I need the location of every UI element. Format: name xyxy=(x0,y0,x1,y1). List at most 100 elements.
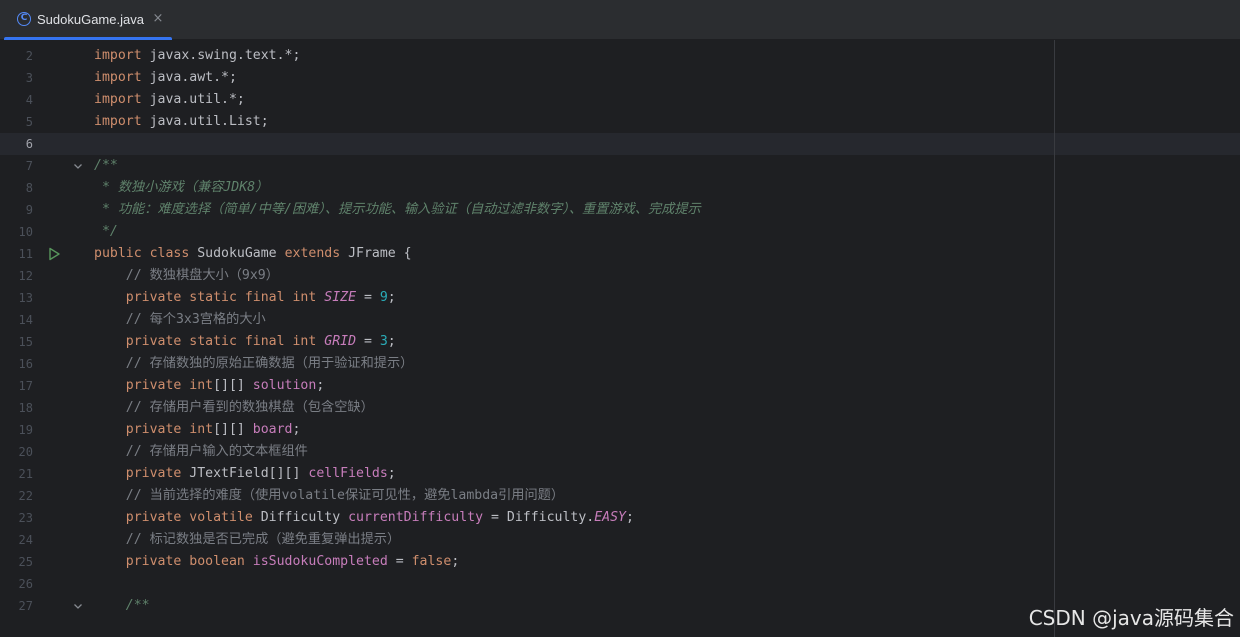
line-number: 21 xyxy=(18,467,33,481)
line-number: 20 xyxy=(18,445,33,459)
code-token: // 每个3x3宫格的大小 xyxy=(94,312,266,327)
code-token: private int xyxy=(94,422,214,437)
code-text: * 功能：难度选择（简单/中等/困难）、提示功能、输入验证（自动过滤非数字）、重… xyxy=(94,201,701,219)
code-token: public class xyxy=(94,246,198,261)
code-token: // 存储数独的原始正确数据（用于验证和提示） xyxy=(94,356,414,371)
code-token: import xyxy=(94,92,150,107)
line-number: 13 xyxy=(18,291,33,305)
code-text: private volatile Difficulty currentDiffi… xyxy=(94,509,634,527)
code-token: currentDifficulty xyxy=(348,510,484,525)
run-gutter-icon[interactable] xyxy=(46,246,62,262)
code-token: private boolean xyxy=(94,554,253,569)
code-text: // 数独棋盘大小（9x9） xyxy=(94,267,279,285)
code-token: private xyxy=(94,466,190,481)
code-token: private static final int xyxy=(94,290,325,305)
code-text: import javax.swing.text.*; xyxy=(94,47,300,65)
line-number: 14 xyxy=(18,313,33,327)
code-token: 9 xyxy=(379,290,388,305)
code-token: board xyxy=(252,422,293,437)
code-token: java.awt.*; xyxy=(149,70,237,85)
code-token: JTextField[][] xyxy=(189,466,309,481)
code-text: private int[][] solution; xyxy=(94,377,325,395)
code-text: private JTextField[][] cellFields; xyxy=(94,465,396,483)
line-number: 15 xyxy=(18,335,33,349)
code-token: java.util.List; xyxy=(149,114,269,129)
code-token: JFrame { xyxy=(348,246,412,261)
code-token: javax.swing.text.*; xyxy=(149,48,301,63)
code-token: ; xyxy=(387,290,396,305)
code-token: = xyxy=(356,334,380,349)
fold-gutter-icon[interactable] xyxy=(70,598,86,614)
line-number: 12 xyxy=(18,269,33,283)
tab-title: SudokuGame.java xyxy=(37,12,144,27)
code-text: // 当前选择的难度（使用volatile保证可见性，避免lambda引用问题） xyxy=(94,487,564,505)
code-token: ; xyxy=(625,510,634,525)
code-token: false xyxy=(411,554,452,569)
line-number: 7 xyxy=(25,159,33,173)
code-editor-window: C SudokuGame.java × 2 import javax.swing.… xyxy=(0,0,1240,637)
code-token: private volatile xyxy=(94,510,261,525)
code-token: Difficulty xyxy=(260,510,349,525)
line-number: 8 xyxy=(25,181,33,195)
code-token: // 当前选择的难度（使用volatile保证可见性，避免lambda引用问题） xyxy=(94,488,565,503)
code-token: ; xyxy=(387,334,396,349)
code-token: cellFields xyxy=(308,466,388,481)
code-text: import java.awt.*; xyxy=(94,69,237,87)
code-token: SIZE xyxy=(324,290,357,305)
code-token: /** xyxy=(94,598,150,613)
line-number: 26 xyxy=(18,577,33,591)
code-token: ; xyxy=(316,378,325,393)
code-token: = xyxy=(387,554,412,569)
code-token: = xyxy=(356,290,380,305)
code-token: private static final int xyxy=(94,334,325,349)
line-number: 17 xyxy=(18,379,33,393)
code-token: = Difficulty. xyxy=(483,510,595,525)
code-token: // 存储用户输入的文本框组件 xyxy=(94,444,308,459)
code-editor[interactable]: 2 import javax.swing.text.*; 3 import java.… xyxy=(0,40,1240,637)
line-number: 23 xyxy=(18,511,33,525)
code-text: private static final int SIZE = 9; xyxy=(94,289,396,307)
fold-gutter-icon[interactable] xyxy=(70,158,86,174)
watermark-text: CSDN @java源码集合 xyxy=(1028,606,1234,630)
code-text: import java.util.*; xyxy=(94,91,245,109)
code-token: extends xyxy=(284,246,349,261)
line-number: 25 xyxy=(18,555,33,569)
code-text: /** xyxy=(94,157,118,175)
code-token: // 标记数独是否已完成（避免重复弹出提示） xyxy=(94,532,401,547)
code-token: [][] xyxy=(213,422,253,437)
java-class-icon: C xyxy=(17,12,31,26)
code-token: import xyxy=(94,114,150,129)
code-token: java.util.*; xyxy=(149,92,245,107)
code-text: // 存储用户输入的文本框组件 xyxy=(94,443,308,461)
right-margin-guide xyxy=(1054,40,1055,637)
code-text: import java.util.List; xyxy=(94,113,269,131)
code-token: * 功能：难度选择（简单/中等/困难）、提示功能、输入验证（自动过滤非数字）、重… xyxy=(94,202,701,217)
line-number: 18 xyxy=(18,401,33,415)
code-text: /** xyxy=(94,597,150,615)
code-token: isSudokuCompleted xyxy=(252,554,388,569)
line-number: 6 xyxy=(25,137,33,151)
line-number: 19 xyxy=(18,423,33,437)
code-text: // 存储数独的原始正确数据（用于验证和提示） xyxy=(94,355,414,373)
line-number: 5 xyxy=(25,115,33,129)
code-text: public class SudokuGame extends JFrame { xyxy=(94,245,412,263)
code-token: import xyxy=(94,48,150,63)
line-number: 24 xyxy=(18,533,33,547)
code-token: ; xyxy=(292,422,301,437)
line-number: 27 xyxy=(18,599,33,613)
code-token: [][] xyxy=(213,378,253,393)
line-number: 4 xyxy=(25,93,33,107)
code-token: solution xyxy=(252,378,317,393)
line-number: 2 xyxy=(25,49,33,63)
editor-tab-sudokugame[interactable]: C SudokuGame.java × xyxy=(4,0,172,40)
close-tab-icon[interactable]: × xyxy=(150,11,166,27)
editor-tab-bar: C SudokuGame.java × xyxy=(0,0,1240,40)
code-text: // 存储用户看到的数独棋盘（包含空缺） xyxy=(94,399,374,417)
line-number: 10 xyxy=(18,225,33,239)
code-token: ; xyxy=(451,554,460,569)
code-token: SudokuGame xyxy=(197,246,285,261)
line-number: 16 xyxy=(18,357,33,371)
code-token: /** xyxy=(94,158,118,173)
code-text: private static final int GRID = 3; xyxy=(94,333,396,351)
code-text: private int[][] board; xyxy=(94,421,301,439)
